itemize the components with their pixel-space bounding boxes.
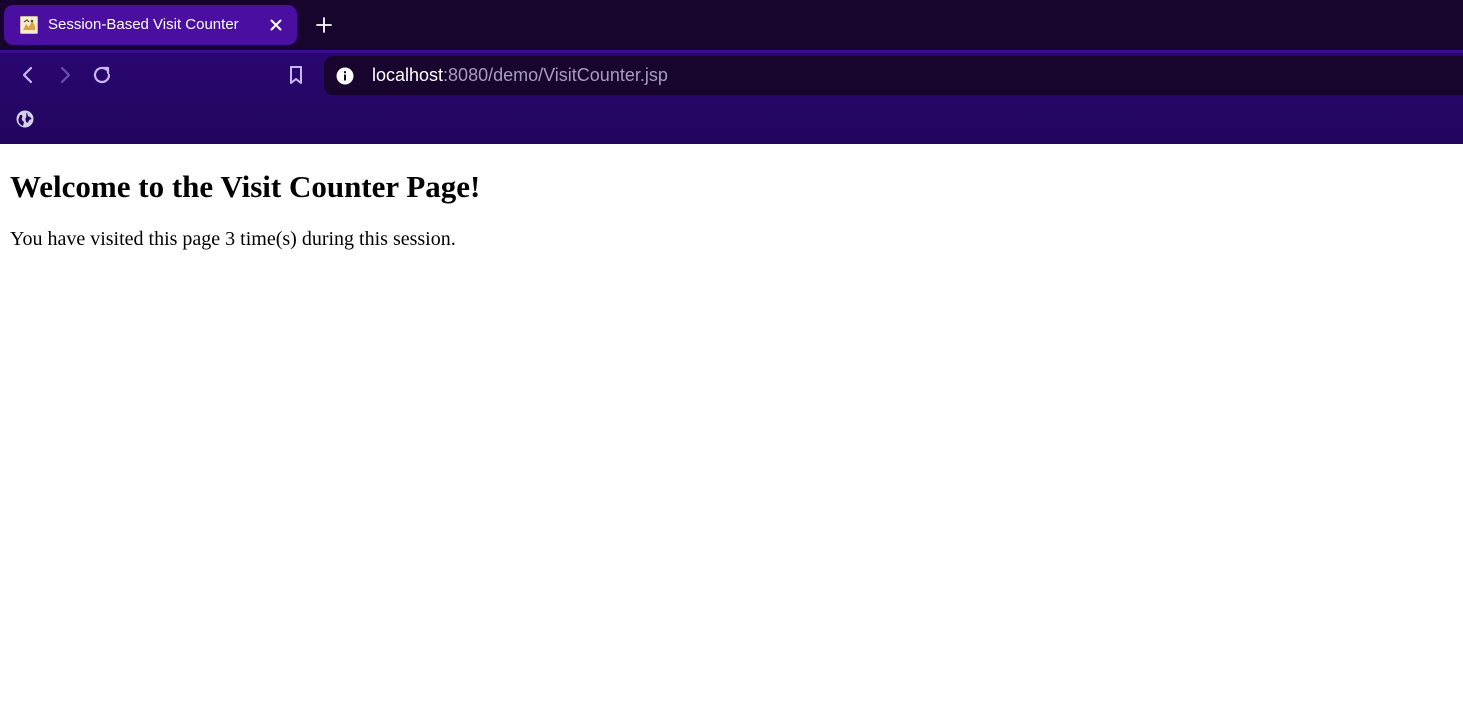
back-arrow-icon[interactable]	[16, 63, 40, 87]
address-bar[interactable]: localhost:8080/demo/VisitCounter.jsp	[324, 56, 1463, 95]
plus-icon[interactable]	[313, 14, 335, 36]
forward-arrow-icon[interactable]	[53, 63, 77, 87]
browser-toolbar: localhost:8080/demo/VisitCounter.jsp	[0, 50, 1463, 144]
bookmark-icon[interactable]	[284, 63, 308, 87]
tab-active[interactable]: Session-Based Visit Counter	[4, 5, 297, 45]
globe-icon[interactable]	[15, 109, 35, 129]
visit-count-message: You have visited this page 3 time(s) dur…	[10, 228, 456, 250]
url-host: localhost	[372, 65, 444, 85]
address-text[interactable]: localhost:8080/demo/VisitCounter.jsp	[372, 65, 668, 86]
info-icon[interactable]	[336, 67, 354, 85]
tab-title: Session-Based Visit Counter	[48, 16, 239, 33]
close-icon[interactable]	[268, 17, 284, 33]
tomcat-icon	[20, 16, 38, 34]
url-path: :8080/demo/VisitCounter.jsp	[443, 65, 668, 85]
toolbar-divider	[0, 50, 1463, 53]
reload-icon[interactable]	[90, 63, 114, 87]
page-title: Welcome to the Visit Counter Page!	[10, 169, 481, 204]
page-content: Welcome to the Visit Counter Page! You h…	[0, 144, 1463, 714]
tab-strip: Session-Based Visit Counter	[0, 0, 1463, 50]
